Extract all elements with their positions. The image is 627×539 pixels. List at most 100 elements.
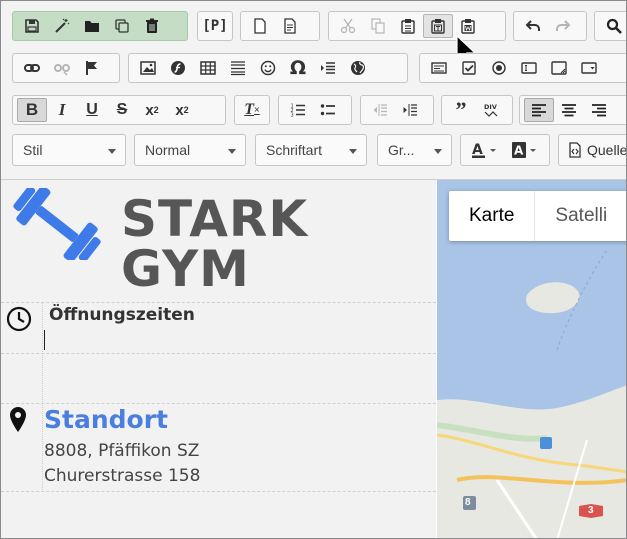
globe-icon[interactable] — [343, 56, 373, 80]
editor-toolbar: [P] Ω B I U S x 2 x 2 T × 1 2 3 ” DIV St… — [1, 1, 626, 180]
link-group — [12, 53, 120, 83]
clear-format-group: T × — [234, 95, 270, 125]
editor-window: [P] Ω B I U S x 2 x 2 T × 1 2 3 ” DIV St… — [0, 0, 627, 539]
address-line-1: 8808, Pfäffikon SZ — [44, 441, 200, 461]
outdent-icon[interactable] — [365, 98, 395, 122]
format-dropdown-value: Normal — [145, 142, 191, 158]
style-dropdown[interactable]: Stil — [12, 134, 126, 166]
align-left-icon[interactable] — [524, 98, 554, 122]
basic-style-group: B I U S x2 x2 — [12, 95, 226, 125]
size-dropdown[interactable]: Gr... — [377, 134, 452, 166]
bold-button[interactable]: B — [17, 98, 47, 122]
subscript-base: x — [145, 101, 154, 119]
superscript-button[interactable]: x2 — [167, 98, 197, 122]
superscript-mark: 2 — [183, 105, 189, 115]
paste-icon[interactable] — [393, 14, 423, 38]
placeholder-button[interactable]: [P] — [202, 14, 228, 38]
textarea-icon[interactable] — [544, 56, 574, 80]
form-group — [419, 53, 626, 83]
google-map[interactable]: 8 3 Karte Satelli — [437, 180, 626, 538]
remove-format-label: T — [244, 101, 255, 118]
style-dropdown-value: Stil — [23, 142, 43, 158]
search-icon[interactable] — [599, 14, 626, 38]
folder-icon[interactable] — [77, 14, 107, 38]
checkbox-icon[interactable] — [454, 56, 484, 80]
font-dropdown[interactable]: Schriftart — [255, 134, 367, 166]
chevron-down-icon — [108, 149, 116, 154]
location-pin-icon — [10, 407, 26, 432]
numbered-list-icon[interactable]: 123 — [283, 98, 313, 122]
align-center-icon[interactable] — [554, 98, 584, 122]
trash-icon[interactable] — [137, 14, 167, 38]
cut-icon[interactable] — [333, 14, 363, 38]
copy-disabled-icon[interactable] — [363, 14, 393, 38]
select-icon[interactable] — [574, 56, 604, 80]
superscript-base: x — [175, 101, 184, 119]
strikethrough-button[interactable]: S — [107, 98, 137, 122]
link-icon[interactable] — [17, 56, 47, 80]
chevron-down-icon — [228, 149, 236, 154]
omega-icon[interactable]: Ω — [283, 56, 313, 80]
location-heading: Standort — [44, 405, 168, 434]
background-color-button[interactable]: A — [505, 138, 545, 162]
paste-text-icon[interactable] — [423, 14, 453, 38]
align-right-icon[interactable] — [584, 98, 614, 122]
logo-text: STARK GYM — [121, 190, 309, 298]
italic-button[interactable]: I — [47, 98, 77, 122]
horizontal-rule-icon[interactable] — [223, 56, 253, 80]
form-icon[interactable] — [424, 56, 454, 80]
bulleted-list-icon[interactable] — [313, 98, 343, 122]
editor-content[interactable]: STARK GYM Öffnungszeiten Standort 8808, … — [1, 180, 626, 538]
source-icon — [569, 142, 581, 158]
chevron-down-icon — [434, 149, 442, 154]
table-icon[interactable] — [193, 56, 223, 80]
size-dropdown-value: Gr... — [388, 142, 415, 158]
search-group — [594, 11, 626, 41]
image-icon[interactable] — [133, 56, 163, 80]
info-column: STARK GYM Öffnungszeiten Standort 8808, … — [1, 180, 436, 538]
hours-heading: Öffnungszeiten — [49, 305, 195, 325]
page-break-icon[interactable] — [313, 56, 343, 80]
table-border — [1, 353, 436, 354]
unlink-icon[interactable] — [47, 56, 77, 80]
copy-icon[interactable] — [107, 14, 137, 38]
page-text-icon[interactable] — [275, 14, 305, 38]
document-group — [12, 11, 188, 41]
indent-icon[interactable] — [395, 98, 425, 122]
font-dropdown-value: Schriftart — [266, 142, 323, 158]
textfield-icon[interactable] — [514, 56, 544, 80]
page-group — [240, 11, 320, 41]
map-badge-8: 8 — [465, 497, 471, 508]
new-page-icon[interactable] — [245, 14, 275, 38]
insert-group: Ω — [128, 53, 408, 83]
redo-icon[interactable] — [548, 14, 578, 38]
svg-text:DIV: DIV — [484, 103, 497, 111]
address-line-2: Churerstrasse 158 — [44, 466, 201, 486]
save-icon[interactable] — [17, 14, 47, 38]
map-type-control: Karte Satelli — [449, 191, 626, 241]
source-button[interactable]: Quelle — [563, 138, 626, 162]
flag-icon[interactable] — [77, 56, 107, 80]
subscript-button[interactable]: x2 — [137, 98, 167, 122]
remove-format-button[interactable]: T × — [239, 98, 265, 122]
map-tab-karte[interactable]: Karte — [449, 191, 536, 241]
table-column-divider — [42, 302, 43, 492]
undo-icon[interactable] — [518, 14, 548, 38]
div-container-icon[interactable]: DIV — [476, 98, 506, 122]
text-cursor — [44, 330, 45, 350]
svg-text:A: A — [514, 144, 524, 158]
color-group: A A — [460, 134, 550, 166]
history-group — [513, 11, 587, 41]
blockquote-icon[interactable]: ” — [446, 97, 476, 122]
map-tab-satellite[interactable]: Satelli — [535, 191, 626, 241]
smiley-icon[interactable] — [253, 56, 283, 80]
indent-group — [360, 95, 434, 125]
magic-wand-icon[interactable] — [47, 14, 77, 38]
format-dropdown[interactable]: Normal — [134, 134, 246, 166]
flash-icon[interactable] — [163, 56, 193, 80]
radio-icon[interactable] — [484, 56, 514, 80]
table-border — [1, 403, 436, 404]
underline-button[interactable]: U — [77, 98, 107, 122]
text-color-button[interactable]: A — [465, 138, 505, 162]
map-badge-3: 3 — [588, 505, 594, 516]
